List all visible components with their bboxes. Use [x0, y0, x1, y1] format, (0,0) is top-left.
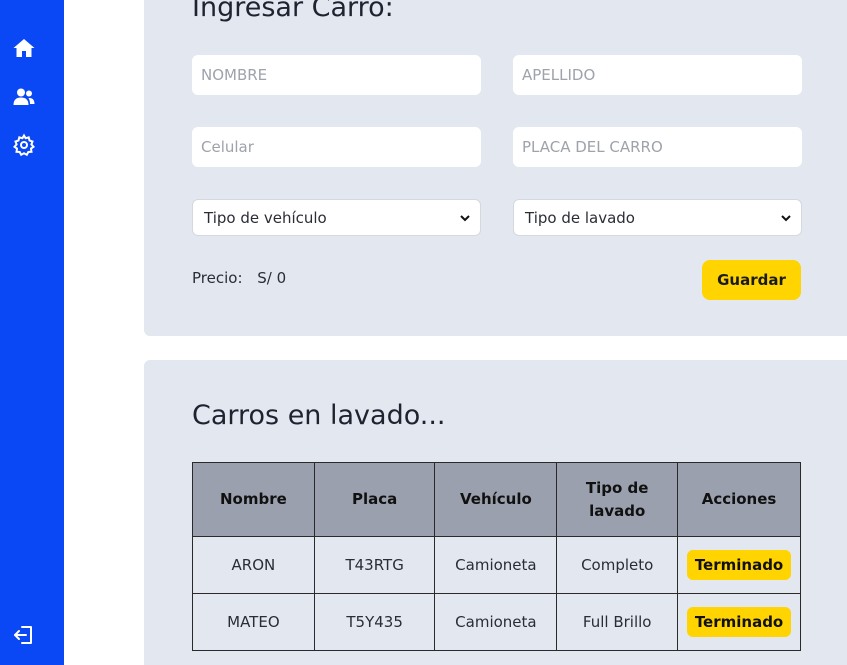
celular-input[interactable]: [192, 127, 481, 167]
cell-vehiculo: Camioneta: [434, 536, 558, 594]
vehicle-type-value: Tipo de vehículo: [204, 208, 327, 227]
users-icon[interactable]: [10, 83, 38, 111]
form-title: Ingresar Carro:: [192, 0, 394, 23]
cell-acciones: Terminado: [677, 536, 801, 594]
column-header-placa: Placa: [313, 462, 436, 537]
nombre-input[interactable]: [192, 55, 481, 95]
sidebar: [0, 0, 64, 665]
chevron-down-icon: [781, 214, 791, 221]
apellido-input[interactable]: [513, 55, 802, 95]
column-header-nombre: Nombre: [192, 462, 315, 537]
cell-placa: T43RTG: [313, 536, 436, 594]
terminado-button[interactable]: Terminado: [686, 607, 792, 637]
table-card: Carros en lavado... Nombre Placa Vehícul…: [144, 360, 847, 665]
price-display: Precio: S/ 0: [192, 269, 286, 287]
terminado-button[interactable]: Terminado: [686, 550, 792, 580]
chevron-down-icon: [460, 214, 470, 221]
price-label: Precio:: [192, 269, 243, 287]
price-value: S/ 0: [257, 269, 287, 287]
table-row: ARON T43RTG Camioneta Completo Terminado: [192, 536, 801, 594]
logout-icon[interactable]: [10, 621, 38, 649]
cell-tipo-lavado: Completo: [556, 536, 679, 594]
placa-input[interactable]: [513, 127, 802, 167]
home-icon[interactable]: [10, 34, 38, 62]
cell-tipo-lavado: Full Brillo: [556, 593, 679, 651]
cell-nombre: ARON: [192, 536, 315, 594]
table-row: MATEO T5Y435 Camioneta Full Brillo Termi…: [192, 593, 801, 651]
cell-acciones: Terminado: [677, 593, 801, 651]
cell-vehiculo: Camioneta: [434, 593, 558, 651]
table-header-row: Nombre Placa Vehículo Tipo de lavado Acc…: [192, 462, 801, 537]
save-button[interactable]: Guardar: [702, 260, 801, 300]
form-card: Ingresar Carro: Tipo de vehículo Tipo de…: [144, 0, 847, 336]
gear-icon[interactable]: [10, 131, 38, 159]
cars-table: Nombre Placa Vehículo Tipo de lavado Acc…: [192, 462, 801, 651]
cell-nombre: MATEO: [192, 593, 315, 651]
wash-type-select[interactable]: Tipo de lavado: [513, 199, 802, 236]
vehicle-type-select[interactable]: Tipo de vehículo: [192, 199, 481, 236]
column-header-acciones: Acciones: [677, 462, 801, 537]
wash-type-value: Tipo de lavado: [525, 208, 635, 227]
table-title: Carros en lavado...: [192, 400, 446, 431]
column-header-vehiculo: Vehículo: [434, 462, 558, 537]
cell-placa: T5Y435: [313, 593, 436, 651]
column-header-tipo-lavado: Tipo de lavado: [556, 462, 679, 537]
